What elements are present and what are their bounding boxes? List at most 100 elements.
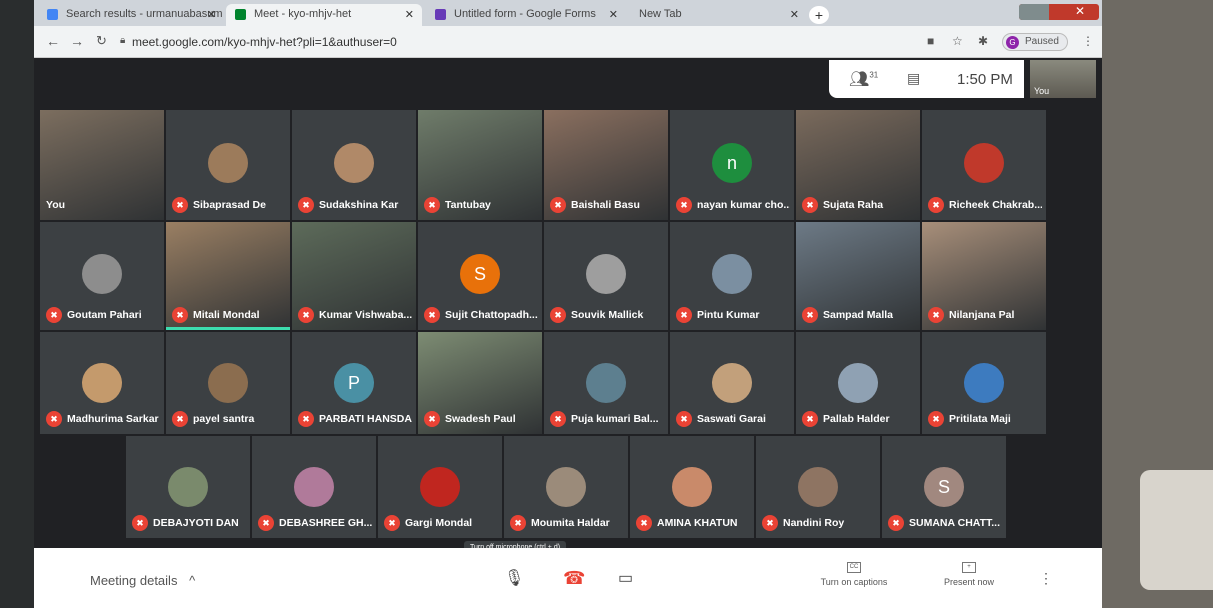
participant-name-row: ✖ Sujata Raha [802, 196, 916, 214]
participant-tile[interactable]: ✖ Madhurima Sarkar [40, 332, 164, 434]
participant-name-row: ✖ SUMANA CHATT... [888, 514, 1002, 532]
self-view-thumbnail[interactable]: You [1030, 60, 1096, 98]
close-icon[interactable]: ✕ [207, 8, 216, 21]
avatar [334, 143, 374, 183]
participant-tile[interactable]: ✖ Sudakshina Kar [292, 110, 416, 220]
mic-off-icon: ✖ [510, 514, 526, 531]
menu-icon[interactable]: ⋮ [1082, 34, 1094, 48]
participant-tile[interactable]: ✖ Nandini Roy [756, 436, 880, 538]
participant-tile[interactable]: ✖ Gargi Mondal [378, 436, 502, 538]
participant-name: You [46, 198, 66, 211]
participant-name-row: ✖ Mitali Mondal [172, 306, 286, 324]
participant-tile[interactable]: ✖ Mitali Mondal [166, 222, 290, 330]
participant-name: Pintu Kumar [697, 308, 760, 321]
participant-tile[interactable]: S ✖ SUMANA CHATT... [882, 436, 1006, 538]
reload-icon[interactable]: ↻ [96, 33, 107, 49]
participant-tile[interactable]: ✖ Swadesh Paul [418, 332, 542, 434]
mic-off-icon: ✖ [550, 306, 566, 323]
participants-icon[interactable]: 👥︎31 [849, 69, 878, 89]
mic-off-icon: ✖ [676, 410, 692, 427]
participant-tile[interactable]: ✖ DEBAJYOTI DAN [126, 436, 250, 538]
participant-tile[interactable]: ✖ Nilanjana Pal [922, 222, 1046, 330]
participant-name: Pritilata Maji [949, 412, 1011, 425]
profile-button[interactable]: G Paused [1002, 33, 1068, 51]
participant-name-row: ✖ Richeek Chakrab... [928, 196, 1042, 214]
close-icon[interactable]: ✕ [405, 8, 414, 21]
participant-tile[interactable]: ✖ Saswati Garai [670, 332, 794, 434]
participant-name: DEBASHREE GH... [279, 516, 372, 529]
participant-tile[interactable]: P ✖ PARBATI HANSDA [292, 332, 416, 434]
microphone-icon[interactable]: 🎙︎ [504, 568, 524, 588]
participant-tile[interactable]: ✖ DEBASHREE GH... [252, 436, 376, 538]
tab-search-results[interactable]: Search results - urmanuabasum ✕ [38, 4, 224, 26]
participant-tile[interactable]: ✖ Puja kumari Bal... [544, 332, 668, 434]
lock-icon[interactable]: 🔒︎ [120, 35, 125, 46]
mic-off-icon: ✖ [132, 514, 148, 531]
avatar [798, 466, 838, 507]
forward-arrow-icon[interactable]: → [70, 33, 84, 49]
participant-tile[interactable]: n ✖ nayan kumar cho... [670, 110, 794, 220]
participant-tile[interactable]: ✖ AMINA KHATUN [630, 436, 754, 538]
participant-name: Souvik Mallick [571, 308, 644, 321]
participant-name-row: ✖ Pritilata Maji [928, 410, 1042, 428]
participant-tile[interactable]: ✖ Richeek Chakrab... [922, 110, 1046, 220]
participant-tile[interactable]: ✖ Pintu Kumar [670, 222, 794, 330]
participant-tile[interactable]: ✖ Sibaprasad De [166, 110, 290, 220]
avatar [712, 362, 752, 403]
hang-up-icon[interactable]: ☎︎ [563, 568, 585, 589]
participant-tile[interactable]: ✖ Sujata Raha [796, 110, 920, 220]
participant-tile[interactable]: ✖ Kumar Vishwaba... [292, 222, 416, 330]
participant-name-row: ✖ Pallab Halder [802, 410, 916, 428]
participant-tile[interactable]: ✖ Moumita Haldar [504, 436, 628, 538]
avatar [82, 362, 122, 403]
captions-button[interactable]: CC Turn on captions [809, 562, 899, 587]
mic-off-icon: ✖ [802, 410, 818, 427]
back-arrow-icon[interactable]: ← [46, 33, 60, 49]
close-window-icon[interactable]: ✕ [1075, 4, 1085, 18]
participant-name: payel santra [193, 412, 255, 425]
participant-tile[interactable]: You [40, 110, 164, 220]
more-options-icon[interactable]: ⋮ [1039, 570, 1053, 587]
participant-tile[interactable]: ✖ payel santra [166, 332, 290, 434]
mic-off-icon: ✖ [172, 306, 188, 323]
participant-tile[interactable]: ✖ Sampad Malla [796, 222, 920, 330]
participant-name-row: ✖ AMINA KHATUN [636, 514, 750, 532]
participant-tile[interactable]: S ✖ Sujit Chattopadh... [418, 222, 542, 330]
participant-tile[interactable]: ✖ Pallab Halder [796, 332, 920, 434]
tab-google-forms[interactable]: Untitled form - Google Forms ✕ [426, 4, 626, 26]
participant-name-row: You [46, 196, 160, 214]
url-field[interactable]: meet.google.com/kyo-mhjv-het?pli=1&authu… [132, 35, 397, 49]
camera-toggle-icon[interactable]: ▭ [618, 568, 633, 588]
minimize-button[interactable] [1019, 4, 1049, 20]
camera-icon[interactable]: ■ [927, 34, 934, 48]
avatar [964, 362, 1004, 403]
meeting-details-button[interactable]: Meeting details ^ [90, 573, 195, 588]
chat-icon[interactable]: ▤ [907, 70, 920, 87]
participant-name-row: ✖ Goutam Pahari [46, 306, 160, 324]
window-controls: ✕ [1019, 4, 1099, 20]
participant-name: Richeek Chakrab... [949, 198, 1042, 211]
participant-tile[interactable]: ✖ Tantubay [418, 110, 542, 220]
tab-meet[interactable]: Meet - kyo-mhjv-het ✕ [226, 4, 422, 26]
clock-time: 1:50 PM [957, 71, 1013, 88]
present-button[interactable]: + Present now [929, 562, 1009, 587]
avatar [586, 362, 626, 403]
close-icon[interactable]: ✕ [790, 8, 799, 21]
mic-off-icon: ✖ [46, 306, 62, 323]
forms-favicon-icon [435, 9, 446, 20]
extensions-icon[interactable]: ✱ [978, 34, 988, 48]
mic-off-icon: ✖ [298, 196, 314, 213]
participant-name-row: ✖ Baishali Basu [550, 196, 664, 214]
mic-off-icon: ✖ [384, 514, 400, 531]
participant-tile[interactable]: ✖ Souvik Mallick [544, 222, 668, 330]
participant-name: Moumita Haldar [531, 516, 610, 529]
tab-new-tab[interactable]: New Tab ✕ [629, 4, 807, 26]
participant-tile[interactable]: ✖ Baishali Basu [544, 110, 668, 220]
close-icon[interactable]: ✕ [609, 8, 618, 21]
participant-name: AMINA KHATUN [657, 516, 738, 529]
mic-off-icon: ✖ [928, 306, 944, 323]
new-tab-button[interactable]: + [809, 6, 829, 24]
participant-tile[interactable]: ✖ Goutam Pahari [40, 222, 164, 330]
participant-tile[interactable]: ✖ Pritilata Maji [922, 332, 1046, 434]
star-icon[interactable]: ☆ [952, 34, 963, 48]
